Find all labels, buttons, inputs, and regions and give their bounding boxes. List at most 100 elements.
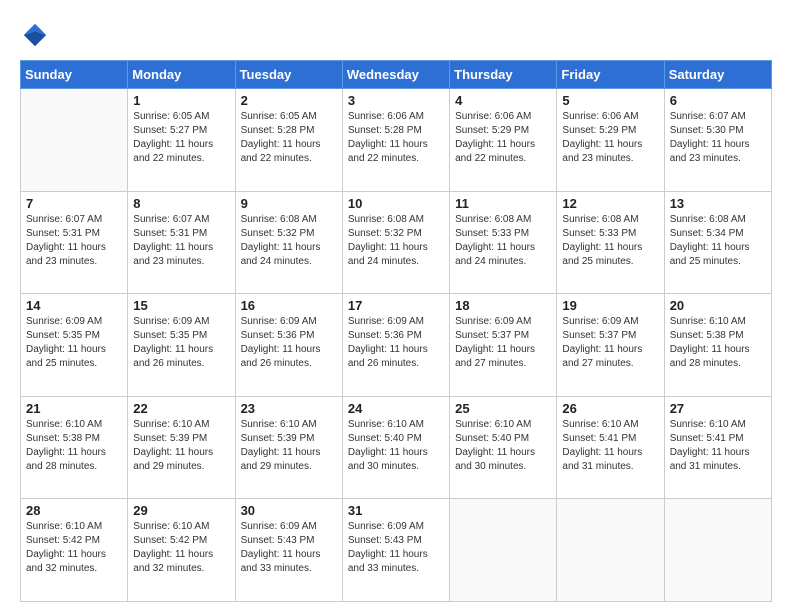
calendar-cell — [450, 499, 557, 602]
day-number: 13 — [670, 196, 766, 211]
day-number: 24 — [348, 401, 444, 416]
day-info: Sunrise: 6:10 AM Sunset: 5:41 PM Dayligh… — [670, 418, 766, 474]
calendar-header-saturday: Saturday — [664, 61, 771, 89]
day-info: Sunrise: 6:09 AM Sunset: 5:37 PM Dayligh… — [562, 315, 658, 371]
day-info: Sunrise: 6:09 AM Sunset: 5:36 PM Dayligh… — [241, 315, 337, 371]
calendar-cell: 22 Sunrise: 6:10 AM Sunset: 5:39 PM Dayli… — [128, 396, 235, 499]
day-number: 26 — [562, 401, 658, 416]
calendar-cell: 2 Sunrise: 6:05 AM Sunset: 5:28 PM Daylig… — [235, 89, 342, 192]
calendar-cell: 3 Sunrise: 6:06 AM Sunset: 5:28 PM Daylig… — [342, 89, 449, 192]
calendar-cell: 9Sunrise: 6:08 AM Sunset: 5:32 PM Daylig… — [235, 191, 342, 294]
day-number: 22 — [133, 401, 229, 416]
day-info: Sunrise: 6:09 AM Sunset: 5:43 PM Dayligh… — [241, 520, 337, 576]
calendar-cell — [21, 89, 128, 192]
day-number: 28 — [26, 503, 122, 518]
calendar-cell: 7 Sunrise: 6:07 AM Sunset: 5:31 PM Daylig… — [21, 191, 128, 294]
calendar-cell: 29 Sunrise: 6:10 AM Sunset: 5:42 PM Dayli… — [128, 499, 235, 602]
day-info: Sunrise: 6:05 AM Sunset: 5:28 PM Dayligh… — [241, 110, 337, 166]
day-info: Sunrise: 6:07 AM Sunset: 5:31 PM Dayligh… — [26, 213, 122, 269]
day-info: Sunrise: 6:10 AM Sunset: 5:38 PM Dayligh… — [670, 315, 766, 371]
page: SundayMondayTuesdayWednesdayThursdayFrid… — [0, 0, 792, 612]
calendar-cell — [664, 499, 771, 602]
day-info: Sunrise: 6:09 AM Sunset: 5:35 PM Dayligh… — [26, 315, 122, 371]
logo-icon — [20, 20, 50, 50]
calendar-header-wednesday: Wednesday — [342, 61, 449, 89]
calendar-cell: 4 Sunrise: 6:06 AM Sunset: 5:29 PM Daylig… — [450, 89, 557, 192]
day-number: 29 — [133, 503, 229, 518]
day-number: 19 — [562, 298, 658, 313]
day-number: 27 — [670, 401, 766, 416]
logo — [20, 20, 54, 50]
calendar-cell: 26 Sunrise: 6:10 AM Sunset: 5:41 PM Dayli… — [557, 396, 664, 499]
day-info: Sunrise: 6:10 AM Sunset: 5:40 PM Dayligh… — [455, 418, 551, 474]
calendar-cell: 15 Sunrise: 6:09 AM Sunset: 5:35 PM Dayli… — [128, 294, 235, 397]
calendar-cell: 14 Sunrise: 6:09 AM Sunset: 5:35 PM Dayli… — [21, 294, 128, 397]
day-number: 6 — [670, 93, 766, 108]
day-number: 25 — [455, 401, 551, 416]
calendar-cell: 19 Sunrise: 6:09 AM Sunset: 5:37 PM Dayli… — [557, 294, 664, 397]
day-number: 8 — [133, 196, 229, 211]
calendar-cell: 13 Sunrise: 6:08 AM Sunset: 5:34 PM Dayli… — [664, 191, 771, 294]
day-number: 7 — [26, 196, 122, 211]
day-number: 2 — [241, 93, 337, 108]
day-number: 11 — [455, 196, 551, 211]
day-info: Sunrise: 6:08 AM Sunset: 5:32 PM Dayligh… — [241, 213, 337, 269]
day-number: 16 — [241, 298, 337, 313]
calendar-cell: 6 Sunrise: 6:07 AM Sunset: 5:30 PM Daylig… — [664, 89, 771, 192]
day-info: Sunrise: 6:08 AM Sunset: 5:33 PM Dayligh… — [455, 213, 551, 269]
day-number: 31 — [348, 503, 444, 518]
day-info: Sunrise: 6:10 AM Sunset: 5:42 PM Dayligh… — [133, 520, 229, 576]
day-number: 15 — [133, 298, 229, 313]
day-info: Sunrise: 6:08 AM Sunset: 5:34 PM Dayligh… — [670, 213, 766, 269]
day-info: Sunrise: 6:10 AM Sunset: 5:42 PM Dayligh… — [26, 520, 122, 576]
day-info: Sunrise: 6:10 AM Sunset: 5:41 PM Dayligh… — [562, 418, 658, 474]
day-info: Sunrise: 6:08 AM Sunset: 5:33 PM Dayligh… — [562, 213, 658, 269]
day-info: Sunrise: 6:05 AM Sunset: 5:27 PM Dayligh… — [133, 110, 229, 166]
day-number: 4 — [455, 93, 551, 108]
day-number: 12 — [562, 196, 658, 211]
day-number: 14 — [26, 298, 122, 313]
calendar-cell: 17Sunrise: 6:09 AM Sunset: 5:36 PM Dayli… — [342, 294, 449, 397]
day-info: Sunrise: 6:06 AM Sunset: 5:29 PM Dayligh… — [455, 110, 551, 166]
day-info: Sunrise: 6:06 AM Sunset: 5:28 PM Dayligh… — [348, 110, 444, 166]
day-info: Sunrise: 6:10 AM Sunset: 5:38 PM Dayligh… — [26, 418, 122, 474]
day-info: Sunrise: 6:07 AM Sunset: 5:31 PM Dayligh… — [133, 213, 229, 269]
calendar-cell: 12 Sunrise: 6:08 AM Sunset: 5:33 PM Dayli… — [557, 191, 664, 294]
calendar-cell: 24 Sunrise: 6:10 AM Sunset: 5:40 PM Dayli… — [342, 396, 449, 499]
day-info: Sunrise: 6:09 AM Sunset: 5:43 PM Dayligh… — [348, 520, 444, 576]
calendar-cell: 8 Sunrise: 6:07 AM Sunset: 5:31 PM Daylig… — [128, 191, 235, 294]
day-info: Sunrise: 6:10 AM Sunset: 5:40 PM Dayligh… — [348, 418, 444, 474]
day-number: 23 — [241, 401, 337, 416]
calendar-week-1: 1 Sunrise: 6:05 AM Sunset: 5:27 PM Daylig… — [21, 89, 772, 192]
calendar-cell: 18Sunrise: 6:09 AM Sunset: 5:37 PM Dayli… — [450, 294, 557, 397]
calendar-header-thursday: Thursday — [450, 61, 557, 89]
day-number: 30 — [241, 503, 337, 518]
calendar-cell: 25 Sunrise: 6:10 AM Sunset: 5:40 PM Dayli… — [450, 396, 557, 499]
calendar-cell: 23 Sunrise: 6:10 AM Sunset: 5:39 PM Dayli… — [235, 396, 342, 499]
day-number: 1 — [133, 93, 229, 108]
day-info: Sunrise: 6:07 AM Sunset: 5:30 PM Dayligh… — [670, 110, 766, 166]
calendar-cell: 16 Sunrise: 6:09 AM Sunset: 5:36 PM Dayli… — [235, 294, 342, 397]
day-number: 3 — [348, 93, 444, 108]
calendar-cell: 31 Sunrise: 6:09 AM Sunset: 5:43 PM Dayli… — [342, 499, 449, 602]
calendar-header-friday: Friday — [557, 61, 664, 89]
calendar-cell — [557, 499, 664, 602]
calendar-cell: 30 Sunrise: 6:09 AM Sunset: 5:43 PM Dayli… — [235, 499, 342, 602]
calendar-cell: 21Sunrise: 6:10 AM Sunset: 5:38 PM Dayli… — [21, 396, 128, 499]
day-info: Sunrise: 6:10 AM Sunset: 5:39 PM Dayligh… — [241, 418, 337, 474]
day-info: Sunrise: 6:10 AM Sunset: 5:39 PM Dayligh… — [133, 418, 229, 474]
calendar-cell: 20 Sunrise: 6:10 AM Sunset: 5:38 PM Dayli… — [664, 294, 771, 397]
calendar-header-tuesday: Tuesday — [235, 61, 342, 89]
calendar-cell: 28 Sunrise: 6:10 AM Sunset: 5:42 PM Dayli… — [21, 499, 128, 602]
day-info: Sunrise: 6:06 AM Sunset: 5:29 PM Dayligh… — [562, 110, 658, 166]
day-number: 17 — [348, 298, 444, 313]
day-info: Sunrise: 6:09 AM Sunset: 5:35 PM Dayligh… — [133, 315, 229, 371]
day-number: 20 — [670, 298, 766, 313]
day-number: 5 — [562, 93, 658, 108]
calendar-week-3: 14 Sunrise: 6:09 AM Sunset: 5:35 PM Dayli… — [21, 294, 772, 397]
calendar-table: SundayMondayTuesdayWednesdayThursdayFrid… — [20, 60, 772, 602]
calendar-week-5: 28 Sunrise: 6:10 AM Sunset: 5:42 PM Dayli… — [21, 499, 772, 602]
day-number: 18 — [455, 298, 551, 313]
calendar-header-monday: Monday — [128, 61, 235, 89]
calendar-header-sunday: Sunday — [21, 61, 128, 89]
